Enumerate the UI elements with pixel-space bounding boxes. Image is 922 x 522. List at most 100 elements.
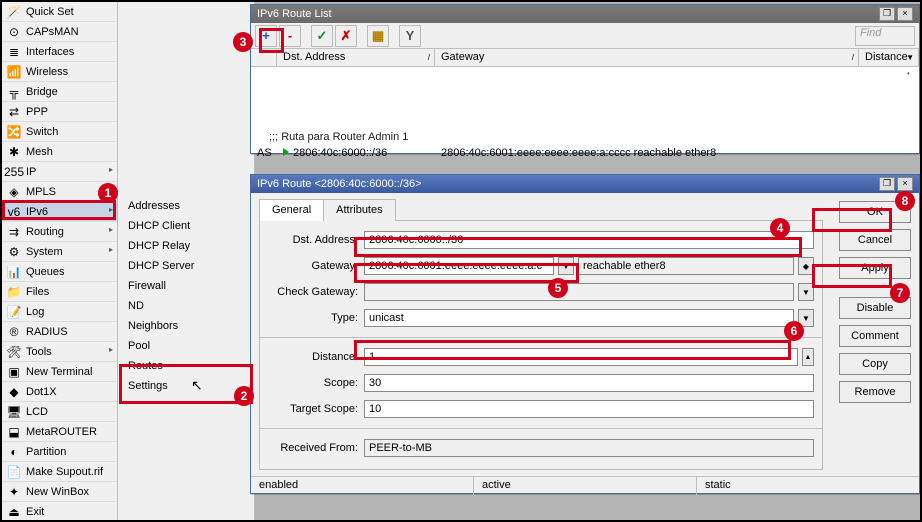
sidebar-item-partition[interactable]: ◐Partition — [2, 442, 117, 462]
copy-button[interactable]: Copy — [839, 353, 911, 375]
gateway-input[interactable] — [364, 257, 554, 275]
queues-icon: 📊 — [6, 264, 22, 280]
add-button[interactable]: + — [255, 25, 277, 47]
sidebar-item-radius[interactable]: ®RADIUS — [2, 322, 117, 342]
scope-input[interactable] — [364, 374, 814, 392]
gateway-dropdown[interactable]: ▼ — [558, 257, 574, 275]
find-input[interactable]: Find — [855, 26, 915, 46]
submenu-item-dhcp-server[interactable]: DHCP Server — [118, 256, 254, 276]
comment-button[interactable]: ▦ — [367, 25, 389, 47]
sidebar-item-queues[interactable]: 📊Queues — [2, 262, 117, 282]
sidebar-item-wireless[interactable]: 📶Wireless — [2, 62, 117, 82]
sidebar-item-label: Mesh — [26, 146, 53, 158]
sidebar-item-files[interactable]: 📁Files — [2, 282, 117, 302]
submenu-item-dhcp-client[interactable]: DHCP Client — [118, 216, 254, 236]
metarouter-icon: ⬓ — [6, 424, 22, 440]
cancel-button[interactable]: Cancel — [839, 229, 911, 251]
target-scope-input[interactable] — [364, 400, 814, 418]
type-dropdown[interactable]: ▼ — [798, 309, 814, 327]
col-dist[interactable]: Distance▼ — [859, 49, 919, 66]
sidebar-item-label: PPP — [26, 106, 48, 118]
sidebar-item-label: Exit — [26, 506, 44, 518]
remove-button[interactable]: - — [279, 25, 301, 47]
label-gw: Gateway: — [268, 260, 364, 272]
dst-address-input[interactable] — [364, 231, 814, 249]
tab-attributes[interactable]: Attributes — [323, 199, 395, 221]
route-list-title: IPv6 Route List — [257, 8, 332, 20]
sidebar-item-label: New WinBox — [26, 486, 89, 498]
sidebar-item-label: MPLS — [26, 186, 56, 198]
sidebar-item-label: Routing — [26, 226, 64, 238]
sidebar-item-make-supout-rif[interactable]: 📄Make Supout.rif — [2, 462, 117, 482]
submenu-item-dhcp-relay[interactable]: DHCP Relay — [118, 236, 254, 256]
sidebar-item-mpls[interactable]: ◈MPLS▸ — [2, 182, 117, 202]
sidebar-item-new-terminal[interactable]: ▣New Terminal — [2, 362, 117, 382]
submenu-item-settings[interactable]: Settings — [118, 376, 254, 396]
capsman-icon: ⊙ — [6, 24, 22, 40]
ok-button[interactable]: OK — [839, 201, 911, 223]
table-row[interactable]: AS 2806:40c:6000::/36 2806:40c:6001:eeee… — [251, 145, 919, 161]
restore-icon[interactable]: ❐ — [879, 7, 895, 21]
sidebar-item-label: Make Supout.rif — [26, 466, 103, 478]
sidebar-item-metarouter[interactable]: ⬓MetaROUTER — [2, 422, 117, 442]
close-icon[interactable]: × — [897, 177, 913, 191]
submenu-item-nd[interactable]: ND — [118, 296, 254, 316]
scrollbar[interactable]: • — [907, 69, 917, 78]
close-icon[interactable]: × — [897, 7, 913, 21]
distance-spin[interactable]: ▲ — [802, 348, 814, 366]
tab-general[interactable]: General — [259, 199, 324, 221]
submenu-item-neighbors[interactable]: Neighbors — [118, 316, 254, 336]
sidebar-item-routing[interactable]: ⇉Routing▸ — [2, 222, 117, 242]
ppp-icon: ⇄ — [6, 104, 22, 120]
sidebar-item-log[interactable]: 📝Log — [2, 302, 117, 322]
sidebar-item-exit[interactable]: ⏏Exit — [2, 502, 117, 520]
sidebar-item-label: Bridge — [26, 86, 58, 98]
lcd-icon: 🖥 — [6, 404, 22, 420]
route-titlebar[interactable]: IPv6 Route <2806:40c:6000::/36> ❐ × — [251, 175, 919, 193]
submenu-arrow-icon: ▸ — [109, 205, 113, 214]
sidebar-item-switch[interactable]: 🔀Switch — [2, 122, 117, 142]
enable-button[interactable]: ✓ — [311, 25, 333, 47]
sidebar-item-bridge[interactable]: ╦ Bridge — [2, 82, 117, 102]
bridge-icon: ╦ — [6, 84, 22, 100]
apply-button[interactable]: Apply — [839, 257, 911, 279]
sidebar-item-interfaces[interactable]: ≣Interfaces — [2, 42, 117, 62]
sidebar-item-dot1x[interactable]: ◆Dot1X — [2, 382, 117, 402]
label-scope: Scope: — [268, 377, 364, 389]
col-gw[interactable]: Gateway/ — [435, 49, 859, 66]
check-gateway-input[interactable] — [364, 283, 794, 301]
sidebar-item-capsman[interactable]: ⊙CAPsMAN — [2, 22, 117, 42]
grid-header: Dst. Address/ Gateway/ Distance▼ — [251, 49, 919, 67]
sidebar-item-quick-set[interactable]: 🪄Quick Set — [2, 2, 117, 22]
main-area: IPv6 Route List ❐ × + - ✓ ✗ ▦ Y Find — [255, 2, 920, 520]
sidebar-item-label: IP — [26, 166, 36, 178]
submenu-item-addresses[interactable]: Addresses — [118, 196, 254, 216]
sidebar-item-ip[interactable]: 255IP▸ — [2, 162, 117, 182]
sidebar-item-tools[interactable]: 🛠Tools▸ — [2, 342, 117, 362]
sidebar-item-system[interactable]: ⚙System▸ — [2, 242, 117, 262]
submenu-arrow-icon: ▸ — [109, 225, 113, 234]
sidebar-item-label: Log — [26, 306, 44, 318]
type-input[interactable] — [364, 309, 794, 327]
remove-button[interactable]: Remove — [839, 381, 911, 403]
col-dst[interactable]: Dst. Address/ — [277, 49, 435, 66]
sidebar-item-new-winbox[interactable]: ✦New WinBox — [2, 482, 117, 502]
restore-icon[interactable]: ❐ — [879, 177, 895, 191]
disable-button[interactable]: Disable — [839, 297, 911, 319]
submenu-item-firewall[interactable]: Firewall — [118, 276, 254, 296]
sidebar-item-ipv6[interactable]: v6IPv6▸ — [2, 202, 117, 222]
distance-input[interactable] — [364, 348, 798, 366]
disable-button[interactable]: ✗ — [335, 25, 357, 47]
submenu-item-routes[interactable]: Routes — [118, 356, 254, 376]
check-gw-toggle[interactable]: ▼ — [798, 283, 814, 301]
gateway-add[interactable]: ◆ — [798, 257, 814, 275]
comment-button[interactable]: Comment — [839, 325, 911, 347]
route-list-titlebar[interactable]: IPv6 Route List ❐ × — [251, 5, 919, 23]
submenu-item-pool[interactable]: Pool — [118, 336, 254, 356]
route-window: IPv6 Route <2806:40c:6000::/36> ❐ × Gene… — [250, 174, 920, 494]
filter-button[interactable]: Y — [399, 25, 421, 47]
sidebar-item-lcd[interactable]: 🖥LCD — [2, 402, 117, 422]
sidebar-item-ppp[interactable]: ⇄ PPP — [2, 102, 117, 122]
sidebar-item-label: System — [26, 246, 63, 258]
sidebar-item-mesh[interactable]: ✱Mesh — [2, 142, 117, 162]
